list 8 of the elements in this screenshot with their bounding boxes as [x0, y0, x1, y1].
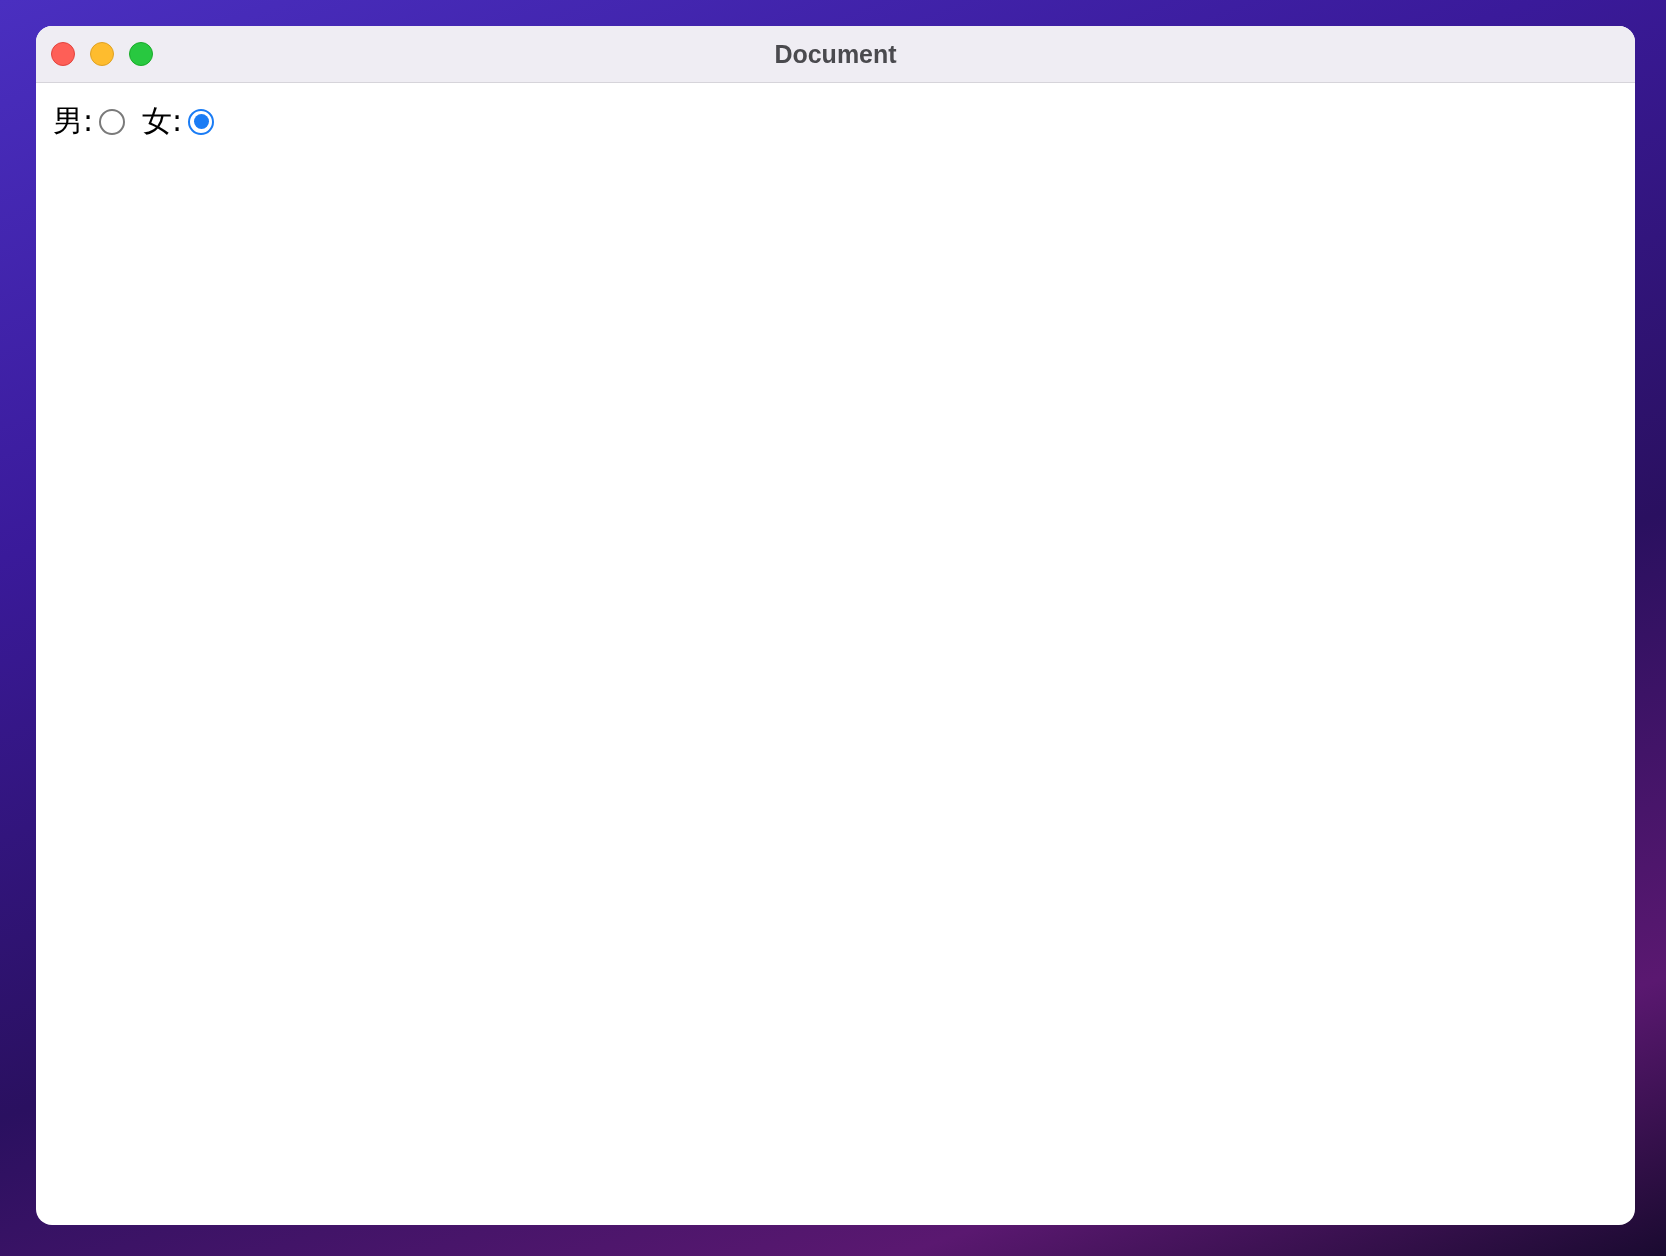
radio-button[interactable] — [188, 108, 215, 135]
radio-button[interactable] — [99, 108, 126, 135]
radio-label: 女: — [142, 102, 183, 140]
window-title: Document — [774, 39, 897, 69]
minimize-button[interactable] — [90, 42, 114, 66]
close-button[interactable] — [51, 42, 75, 66]
zoom-button[interactable] — [129, 42, 153, 66]
radio-label: 男: — [53, 102, 94, 140]
